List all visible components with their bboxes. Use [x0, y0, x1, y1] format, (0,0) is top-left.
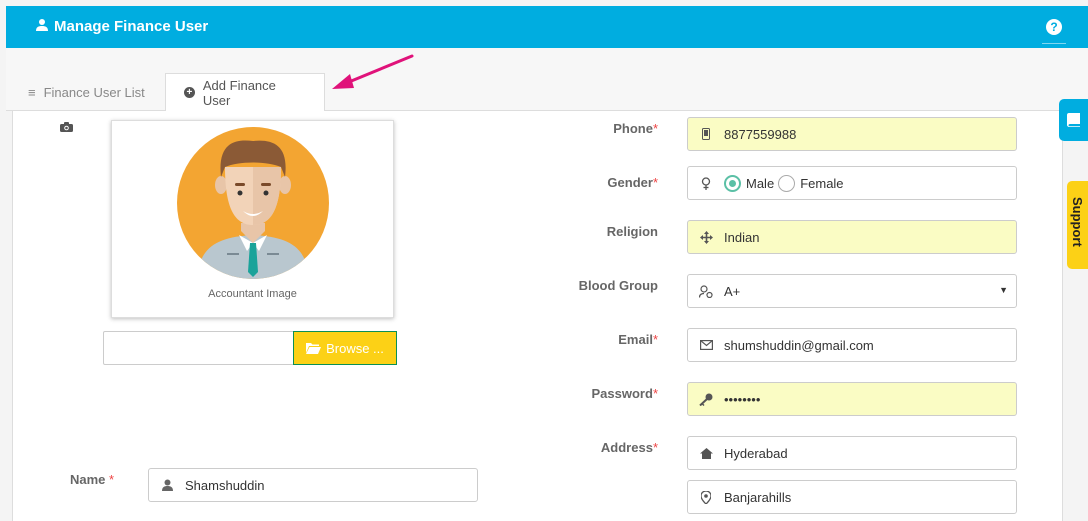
- support-label: Support: [1070, 197, 1085, 247]
- password-value: ••••••••: [724, 391, 761, 407]
- home-icon: [688, 447, 724, 459]
- gender-option-female[interactable]: Female: [778, 174, 844, 192]
- browse-label: Browse ...: [326, 340, 384, 356]
- phone-value: 8877559988: [724, 126, 797, 142]
- email-field[interactable]: shumshuddin@gmail.com: [687, 328, 1017, 362]
- user-icon: [149, 479, 185, 491]
- religion-label: Religion: [606, 224, 658, 239]
- page-header: Manage Finance User ?: [6, 6, 1088, 48]
- page-title: Manage Finance User: [36, 18, 208, 35]
- accountant-avatar: [177, 127, 329, 279]
- help-icon[interactable]: ?: [1046, 19, 1062, 35]
- religion-value: Indian: [724, 229, 760, 245]
- female-icon: [688, 176, 724, 190]
- mobile-icon: [688, 128, 724, 140]
- plus-circle-icon: +: [184, 87, 195, 98]
- map-marker-icon: [688, 490, 724, 504]
- tab-finance-user-list[interactable]: ≡ Finance User List: [10, 73, 163, 111]
- password-field[interactable]: ••••••••: [687, 382, 1017, 416]
- photo-caption: Accountant Image: [208, 288, 297, 300]
- email-value: shumshuddin@gmail.com: [724, 337, 874, 353]
- name-field[interactable]: Shamshuddin: [148, 468, 478, 502]
- key-icon: [688, 393, 724, 406]
- tab-add-finance-user[interactable]: + Add Finance User: [165, 73, 325, 112]
- blood-group-label: Blood Group: [578, 278, 658, 293]
- address-line1-field[interactable]: Hyderabad: [687, 436, 1017, 470]
- photo-preview: Accountant Image: [111, 120, 394, 318]
- name-label: Name *: [70, 472, 115, 487]
- guide-button[interactable]: [1059, 99, 1088, 141]
- address-line1-value: Hyderabad: [724, 445, 788, 461]
- gender-label: Gender*: [607, 175, 658, 190]
- move-icon: [688, 230, 724, 244]
- address-line2-field[interactable]: Banjarahills: [687, 480, 1017, 514]
- blood-group-value: A+: [724, 283, 741, 299]
- divider: [1042, 43, 1066, 44]
- camera-icon[interactable]: [60, 122, 73, 132]
- file-path-input[interactable]: Browse ...: [103, 331, 397, 365]
- address-label: Address*: [600, 440, 658, 455]
- gender-option-male[interactable]: Male: [724, 174, 774, 192]
- blood-group-select[interactable]: A+ ▼: [687, 274, 1017, 308]
- radio-male[interactable]: [724, 174, 741, 192]
- phone-field[interactable]: 8877559988: [687, 117, 1017, 151]
- name-value: Shamshuddin: [185, 477, 265, 493]
- phone-label: Phone*: [613, 121, 658, 136]
- envelope-icon: [688, 340, 724, 350]
- address-line2-value: Banjarahills: [724, 489, 792, 505]
- annotation-arrow-icon: [332, 54, 414, 89]
- religion-field[interactable]: Indian: [687, 220, 1017, 254]
- tab-bar: ≡ Finance User List + Add Finance User: [6, 48, 1088, 112]
- password-label: Password*: [591, 386, 658, 401]
- tab-label: Finance User List: [43, 84, 145, 100]
- gender-field: Male Female: [687, 166, 1017, 200]
- tab-label: Add Finance User: [202, 77, 276, 108]
- radio-female[interactable]: [778, 174, 796, 192]
- browse-button[interactable]: Browse ...: [293, 331, 397, 365]
- support-button[interactable]: Support: [1067, 181, 1088, 269]
- chevron-down-icon: ▼: [999, 285, 1008, 295]
- folder-open-icon: [306, 343, 322, 354]
- user-settings-icon: [688, 284, 724, 298]
- users-icon: [36, 18, 48, 35]
- email-label: Email*: [618, 332, 658, 347]
- page-title-text: Manage Finance User: [54, 18, 209, 35]
- book-icon: [1067, 113, 1080, 127]
- list-icon: ≡: [28, 84, 36, 100]
